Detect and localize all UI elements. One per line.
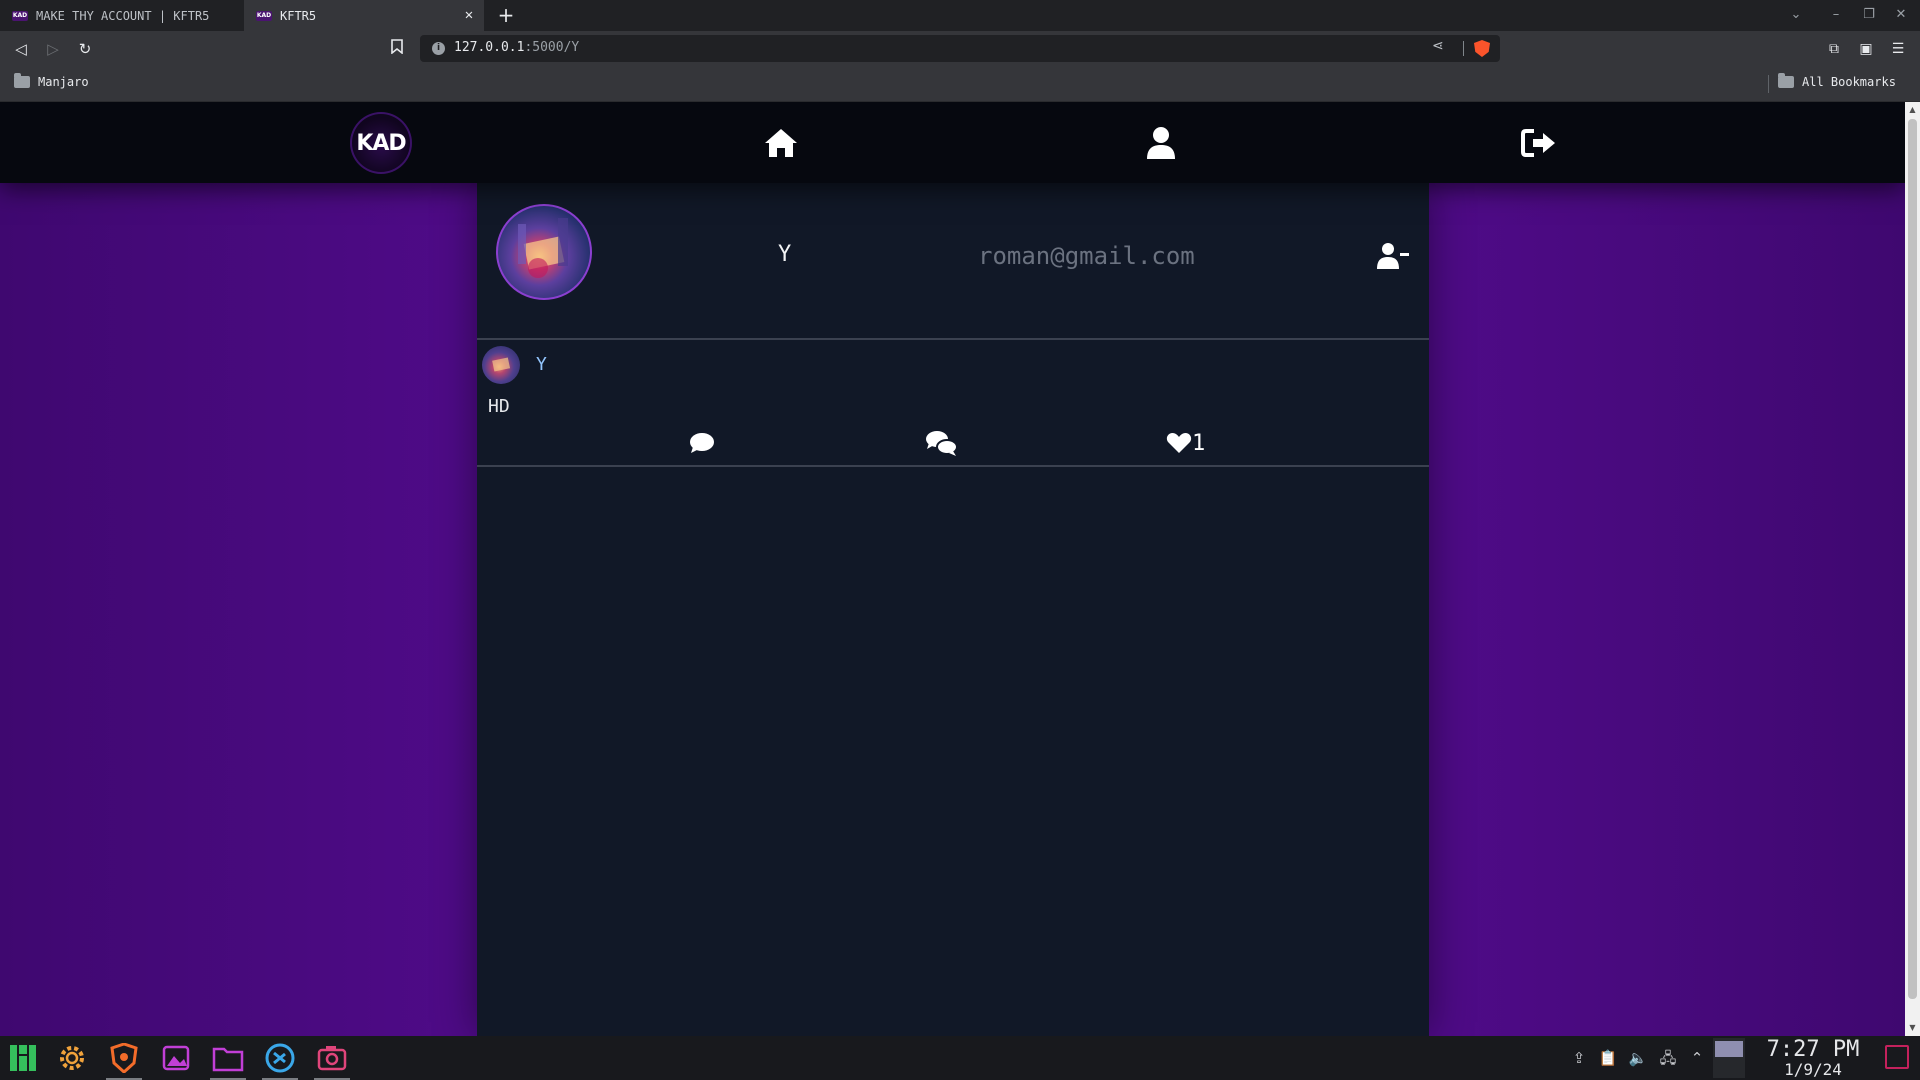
post-item: Y HD 1: [477, 342, 1429, 467]
new-tab-button[interactable]: +: [495, 4, 517, 26]
unfollow-user-icon[interactable]: [1376, 241, 1410, 271]
site-navbar: KAD: [0, 102, 1905, 183]
like-button[interactable]: 1: [1166, 428, 1205, 458]
address-path: :5000/Y: [524, 40, 580, 55]
bookmark-label: Manjaro: [38, 75, 89, 89]
bookmark-folder-manjaro[interactable]: Manjaro: [14, 73, 89, 89]
manjaro-menu-icon[interactable]: [1, 1039, 45, 1077]
kad-logo[interactable]: KAD: [350, 112, 412, 174]
back-icon[interactable]: ◁: [9, 37, 33, 61]
taskbar: ⇪ 📋 🔈 🖧 ⌃ 7:27 PM 1/9/24: [0, 1036, 1920, 1080]
sidebar-icon[interactable]: ▣: [1854, 37, 1878, 61]
pager-desktop-1[interactable]: [1715, 1041, 1743, 1057]
like-count: 1: [1192, 430, 1206, 456]
profile-email: roman@gmail.com: [978, 242, 1195, 270]
settings-icon[interactable]: [50, 1039, 94, 1077]
tray-expand-icon[interactable]: ⌃: [1686, 1047, 1708, 1069]
all-bookmarks[interactable]: All Bookmarks: [1778, 73, 1896, 89]
desktop-pager[interactable]: [1713, 1038, 1745, 1078]
address-host: 127.0.0.1: [454, 40, 525, 55]
folder-icon: [1778, 73, 1794, 88]
tab-title: MAKE THY ACCOUNT | KFTR5: [36, 8, 210, 23]
bookmarks-bar: Manjaro All Bookmarks: [0, 66, 1920, 102]
file-manager-icon[interactable]: [206, 1039, 250, 1080]
post-author-link[interactable]: Y: [536, 354, 547, 375]
bookmarks-divider: [1768, 75, 1769, 93]
page-viewport: KAD Y roman@gmail.com Y HD 1: [0, 102, 1905, 1036]
address-url[interactable]: 127.0.0.1:5000/Y: [454, 40, 579, 55]
address-bar[interactable]: i 127.0.0.1:5000/Y ⋖: [420, 35, 1500, 62]
profile-header: Y roman@gmail.com: [477, 183, 1429, 340]
image-viewer-icon[interactable]: [154, 1039, 198, 1077]
tab-make-account[interactable]: KAD MAKE THY ACCOUNT | KFTR5: [0, 0, 243, 31]
minimize-icon[interactable]: –: [1825, 4, 1847, 26]
system-clock[interactable]: 7:27 PM 1/9/24: [1758, 1039, 1868, 1079]
address-divider: [1463, 41, 1464, 56]
close-window-icon[interactable]: ✕: [1890, 4, 1912, 26]
tab-favicon: KAD: [12, 10, 28, 21]
heart-icon: [1166, 433, 1192, 453]
profile-card: Y roman@gmail.com Y HD 1: [477, 183, 1429, 1036]
clock-time: 7:27 PM: [1766, 1037, 1860, 1062]
close-tab-icon[interactable]: ✕: [460, 6, 478, 24]
share-icon[interactable]: ⋖: [1432, 38, 1444, 54]
site-info-icon[interactable]: i: [432, 42, 445, 55]
forward-icon[interactable]: ▷: [41, 37, 65, 61]
extensions-icon[interactable]: ⧉: [1822, 37, 1846, 61]
profile-username: Y: [778, 242, 792, 267]
volume-icon[interactable]: 🔈: [1627, 1047, 1649, 1069]
clipboard-icon[interactable]: 📋: [1597, 1047, 1619, 1069]
post-author-avatar[interactable]: [482, 346, 520, 384]
tab-strip: KAD MAKE THY ACCOUNT | KFTR5 KAD KFTR5 ✕…: [0, 0, 1920, 31]
profile-avatar: [496, 204, 592, 300]
tab-title: KFTR5: [280, 8, 317, 23]
view-comments-icon[interactable]: [925, 428, 959, 458]
network-icon[interactable]: 🖧: [1657, 1047, 1679, 1069]
tab-search-chevron-icon[interactable]: ⌄: [1785, 4, 1807, 26]
bookmark-icon[interactable]: [385, 37, 409, 61]
clock-date: 1/9/24: [1784, 1060, 1842, 1079]
screenshot-tool-icon[interactable]: [310, 1039, 354, 1080]
post-body: HD: [488, 396, 510, 417]
brave-browser-icon[interactable]: [102, 1039, 146, 1080]
logout-icon[interactable]: [1519, 124, 1559, 162]
tab-kftr5[interactable]: KAD KFTR5 ✕: [244, 0, 484, 31]
restore-icon[interactable]: ❐: [1858, 4, 1880, 26]
page-scrollbar[interactable]: ▲ ▼: [1905, 102, 1920, 1036]
scroll-up-icon[interactable]: ▲: [1908, 106, 1917, 114]
scroll-thumb[interactable]: [1908, 119, 1917, 999]
vscode-icon[interactable]: [258, 1039, 302, 1080]
comment-icon[interactable]: [689, 428, 715, 458]
bookmark-label: All Bookmarks: [1802, 75, 1896, 89]
user-icon[interactable]: [1141, 124, 1181, 162]
tab-favicon: KAD: [256, 10, 272, 21]
update-notifier-icon[interactable]: ⇪: [1568, 1047, 1590, 1069]
folder-icon: [14, 73, 30, 88]
home-icon[interactable]: [761, 124, 801, 162]
show-desktop-button[interactable]: [1885, 1045, 1909, 1069]
browser-toolbar: ◁ ▷ ↻ i 127.0.0.1:5000/Y ⋖ ⧉ ▣ ☰: [0, 31, 1920, 66]
reload-icon[interactable]: ↻: [73, 37, 97, 61]
scroll-down-icon[interactable]: ▼: [1908, 1024, 1917, 1032]
menu-icon[interactable]: ☰: [1886, 37, 1910, 61]
brave-shields-icon[interactable]: [1474, 40, 1490, 57]
